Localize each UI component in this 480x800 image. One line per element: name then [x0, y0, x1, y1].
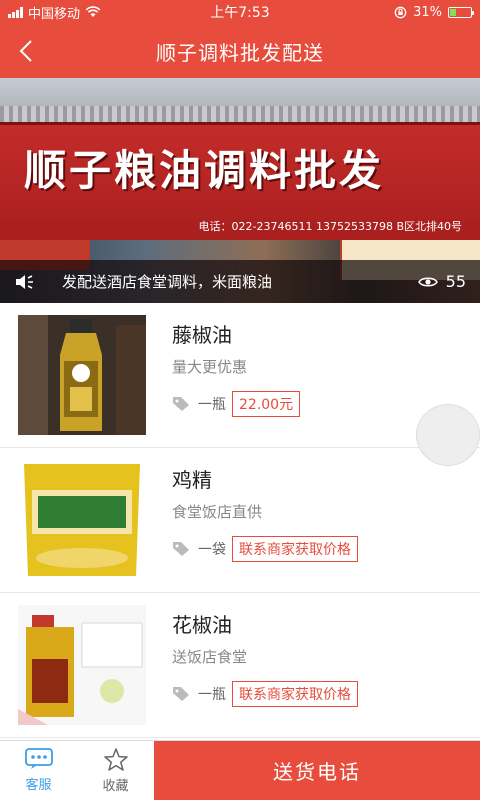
store-signboard: 顺子粮油调料批发 电话：022-23746511 13752533798 B区北… — [0, 122, 480, 240]
notice-bar[interactable]: 发配送酒店食堂调料，米面粮油 55 — [0, 260, 480, 303]
product-desc: 食堂饭店直供 — [172, 503, 263, 521]
product-unit: 一瓶 — [198, 397, 226, 413]
carrier-label: 中国移动 — [28, 6, 81, 22]
battery-percent: 31% — [413, 4, 442, 20]
speaker-icon — [16, 274, 33, 289]
product-unit: 一袋 — [198, 542, 226, 558]
product-price-row: 一瓶 22.00元 — [172, 391, 301, 417]
banner-roof — [0, 106, 480, 122]
star-icon — [103, 747, 128, 771]
status-left: 中国移动 — [8, 3, 394, 22]
delivery-phone-label: 送货电话 — [273, 760, 361, 784]
product-list: 藤椒油 量大更优惠 一瓶 22.00元 鸡精 食堂饭店直供 一袋 联系商家获取价… — [0, 303, 480, 740]
favorite-label: 收藏 — [102, 778, 129, 794]
tag-icon — [173, 542, 189, 556]
product-unit: 一瓶 — [198, 687, 226, 703]
product-item[interactable]: 花椒油 送饭店食堂 一瓶 联系商家获取价格 — [0, 593, 480, 738]
product-name: 鸡精 — [172, 468, 212, 492]
product-name: 藤椒油 — [172, 323, 232, 347]
favorite-button[interactable]: 收藏 — [77, 741, 154, 800]
eye-icon — [417, 276, 438, 287]
product-price: 联系商家获取价格 — [232, 681, 358, 707]
chat-icon — [24, 748, 53, 769]
customer-service-label: 客服 — [25, 778, 52, 793]
signboard-text: 顺子粮油调料批发 — [24, 146, 385, 195]
wifi-icon — [85, 6, 101, 17]
signboard-phone: 电话：022-23746511 13752533798 B区北排40号 — [198, 220, 462, 233]
product-price: 联系商家获取价格 — [232, 536, 358, 562]
customer-service-button[interactable]: 客服 — [0, 741, 77, 800]
product-price-row: 一瓶 联系商家获取价格 — [172, 681, 358, 707]
tag-icon — [173, 397, 189, 411]
view-counter: 55 — [417, 272, 466, 291]
product-info: 鸡精 食堂饭店直供 一袋 联系商家获取价格 — [172, 460, 358, 580]
battery-level-fill — [450, 8, 457, 16]
status-bar: 中国移动 上午7:53 31% — [0, 0, 480, 24]
product-item[interactable]: 鸡精 食堂饭店直供 一袋 联系商家获取价格 — [0, 448, 480, 593]
back-icon — [19, 40, 32, 62]
product-item[interactable]: 藤椒油 量大更优惠 一瓶 22.00元 — [0, 303, 480, 448]
tag-icon — [173, 687, 189, 701]
status-right: 31% — [394, 4, 474, 20]
nav-bar: 顺子调料批发配送 — [0, 24, 480, 78]
bottom-bar: 客服 收藏 送货电话 — [0, 740, 480, 800]
floating-assistive-button[interactable] — [416, 404, 480, 466]
back-button[interactable] — [8, 32, 44, 70]
product-price-row: 一袋 联系商家获取价格 — [172, 536, 358, 562]
product-price: 22.00元 — [232, 391, 301, 417]
product-desc: 量大更优惠 — [172, 358, 248, 376]
page-title: 顺子调料批发配送 — [156, 40, 324, 65]
product-info: 花椒油 送饭店食堂 一瓶 联系商家获取价格 — [172, 605, 358, 725]
battery-icon — [448, 6, 474, 18]
product-desc: 送饭店食堂 — [172, 648, 248, 666]
signal-icon — [8, 6, 23, 18]
product-image-chicken-bouillon — [18, 460, 146, 580]
delivery-phone-button[interactable]: 送货电话 — [154, 741, 480, 800]
view-count: 55 — [445, 272, 466, 291]
rotation-lock-icon — [394, 6, 407, 18]
notice-text: 发配送酒店食堂调料，米面粮油 — [62, 273, 273, 291]
product-info: 藤椒油 量大更优惠 一瓶 22.00元 — [172, 315, 301, 435]
product-name: 花椒油 — [172, 613, 232, 637]
product-image-sichuan-pepper-oil — [18, 605, 146, 725]
product-image-pepper-oil — [18, 315, 146, 435]
